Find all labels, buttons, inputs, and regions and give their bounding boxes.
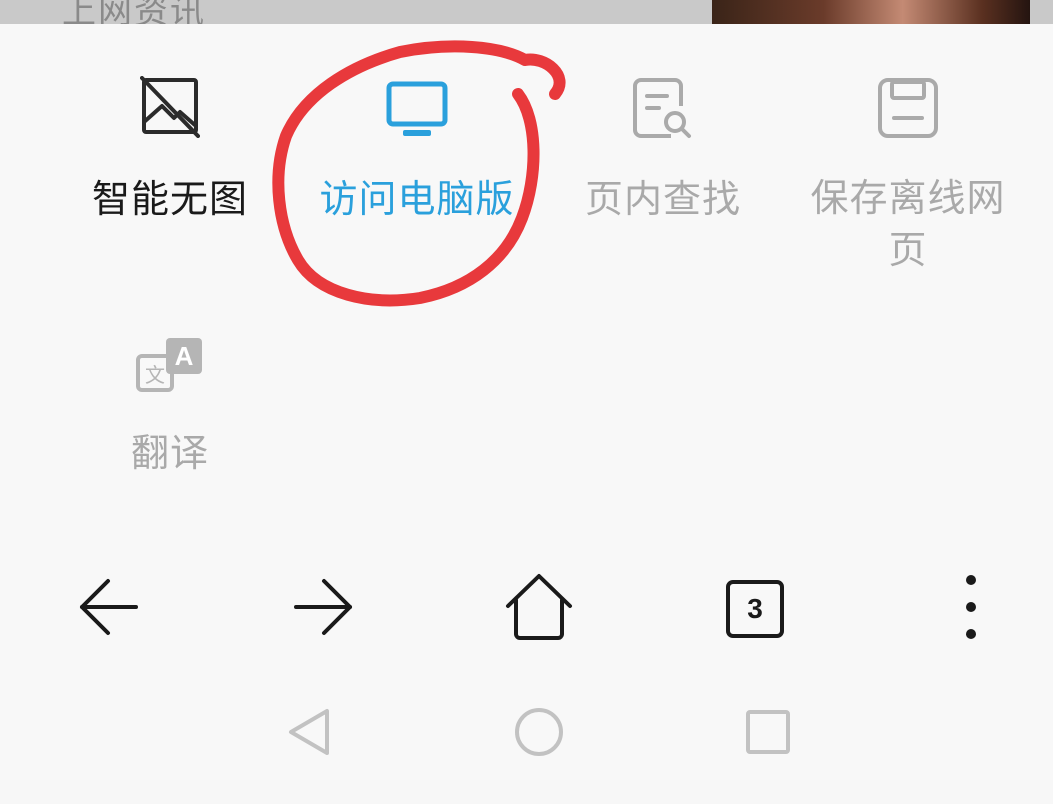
tabs-icon: 3 <box>726 580 784 638</box>
menu-label-desktop-version: 访问电脑版 <box>319 177 515 221</box>
menu-item-find-in-page[interactable]: 页内查找 <box>543 24 783 224</box>
recents-square-icon <box>744 708 792 760</box>
back-button[interactable] <box>53 554 163 664</box>
menu-label-save-offline: 保存离线网页 <box>810 176 1006 272</box>
menu-label-translate: 翻译 <box>130 431 209 475</box>
save-offline-icon <box>876 76 940 144</box>
browser-toolbar: 3 <box>0 554 1053 664</box>
background-page-text: 上网资讯 <box>62 0 206 24</box>
menu-item-translate[interactable]: 文 A 翻译 <box>50 324 290 484</box>
svg-text:文: 文 <box>145 363 165 387</box>
browser-menu-sheet: 智能无图 访问电脑版 页内查找 保存离线网页 文 A 翻译 3 <box>0 24 1053 780</box>
forward-arrow-icon <box>292 575 356 643</box>
translate-icon: 文 A <box>134 334 206 402</box>
system-recents-button[interactable] <box>728 694 808 774</box>
more-vertical-icon <box>961 572 981 646</box>
tabs-count: 3 <box>747 593 763 624</box>
find-in-page-icon <box>631 76 695 146</box>
no-image-icon <box>140 76 200 142</box>
menu-label-find-in-page: 页内查找 <box>584 177 741 221</box>
desktop-monitor-icon <box>385 80 449 144</box>
back-triangle-icon <box>287 707 333 761</box>
menu-label-no-image: 智能无图 <box>91 177 248 221</box>
background-thumbnail <box>712 0 1030 24</box>
forward-button[interactable] <box>269 554 379 664</box>
system-back-button[interactable] <box>270 694 350 774</box>
menu-item-save-offline[interactable]: 保存离线网页 <box>788 24 1028 284</box>
more-menu-button[interactable] <box>916 554 1026 664</box>
home-button[interactable] <box>484 554 594 664</box>
translate-icon-letter: A <box>175 341 194 371</box>
system-home-button[interactable] <box>499 694 579 774</box>
tabs-button[interactable]: 3 <box>700 554 810 664</box>
menu-item-no-image[interactable]: 智能无图 <box>50 24 290 224</box>
home-icon <box>502 572 576 646</box>
back-arrow-icon <box>76 575 140 643</box>
home-circle-icon <box>513 706 565 762</box>
background-page-strip: 上网资讯 <box>0 0 1053 24</box>
menu-item-desktop-version[interactable]: 访问电脑版 <box>297 24 537 224</box>
system-navigation-bar <box>0 684 1053 804</box>
